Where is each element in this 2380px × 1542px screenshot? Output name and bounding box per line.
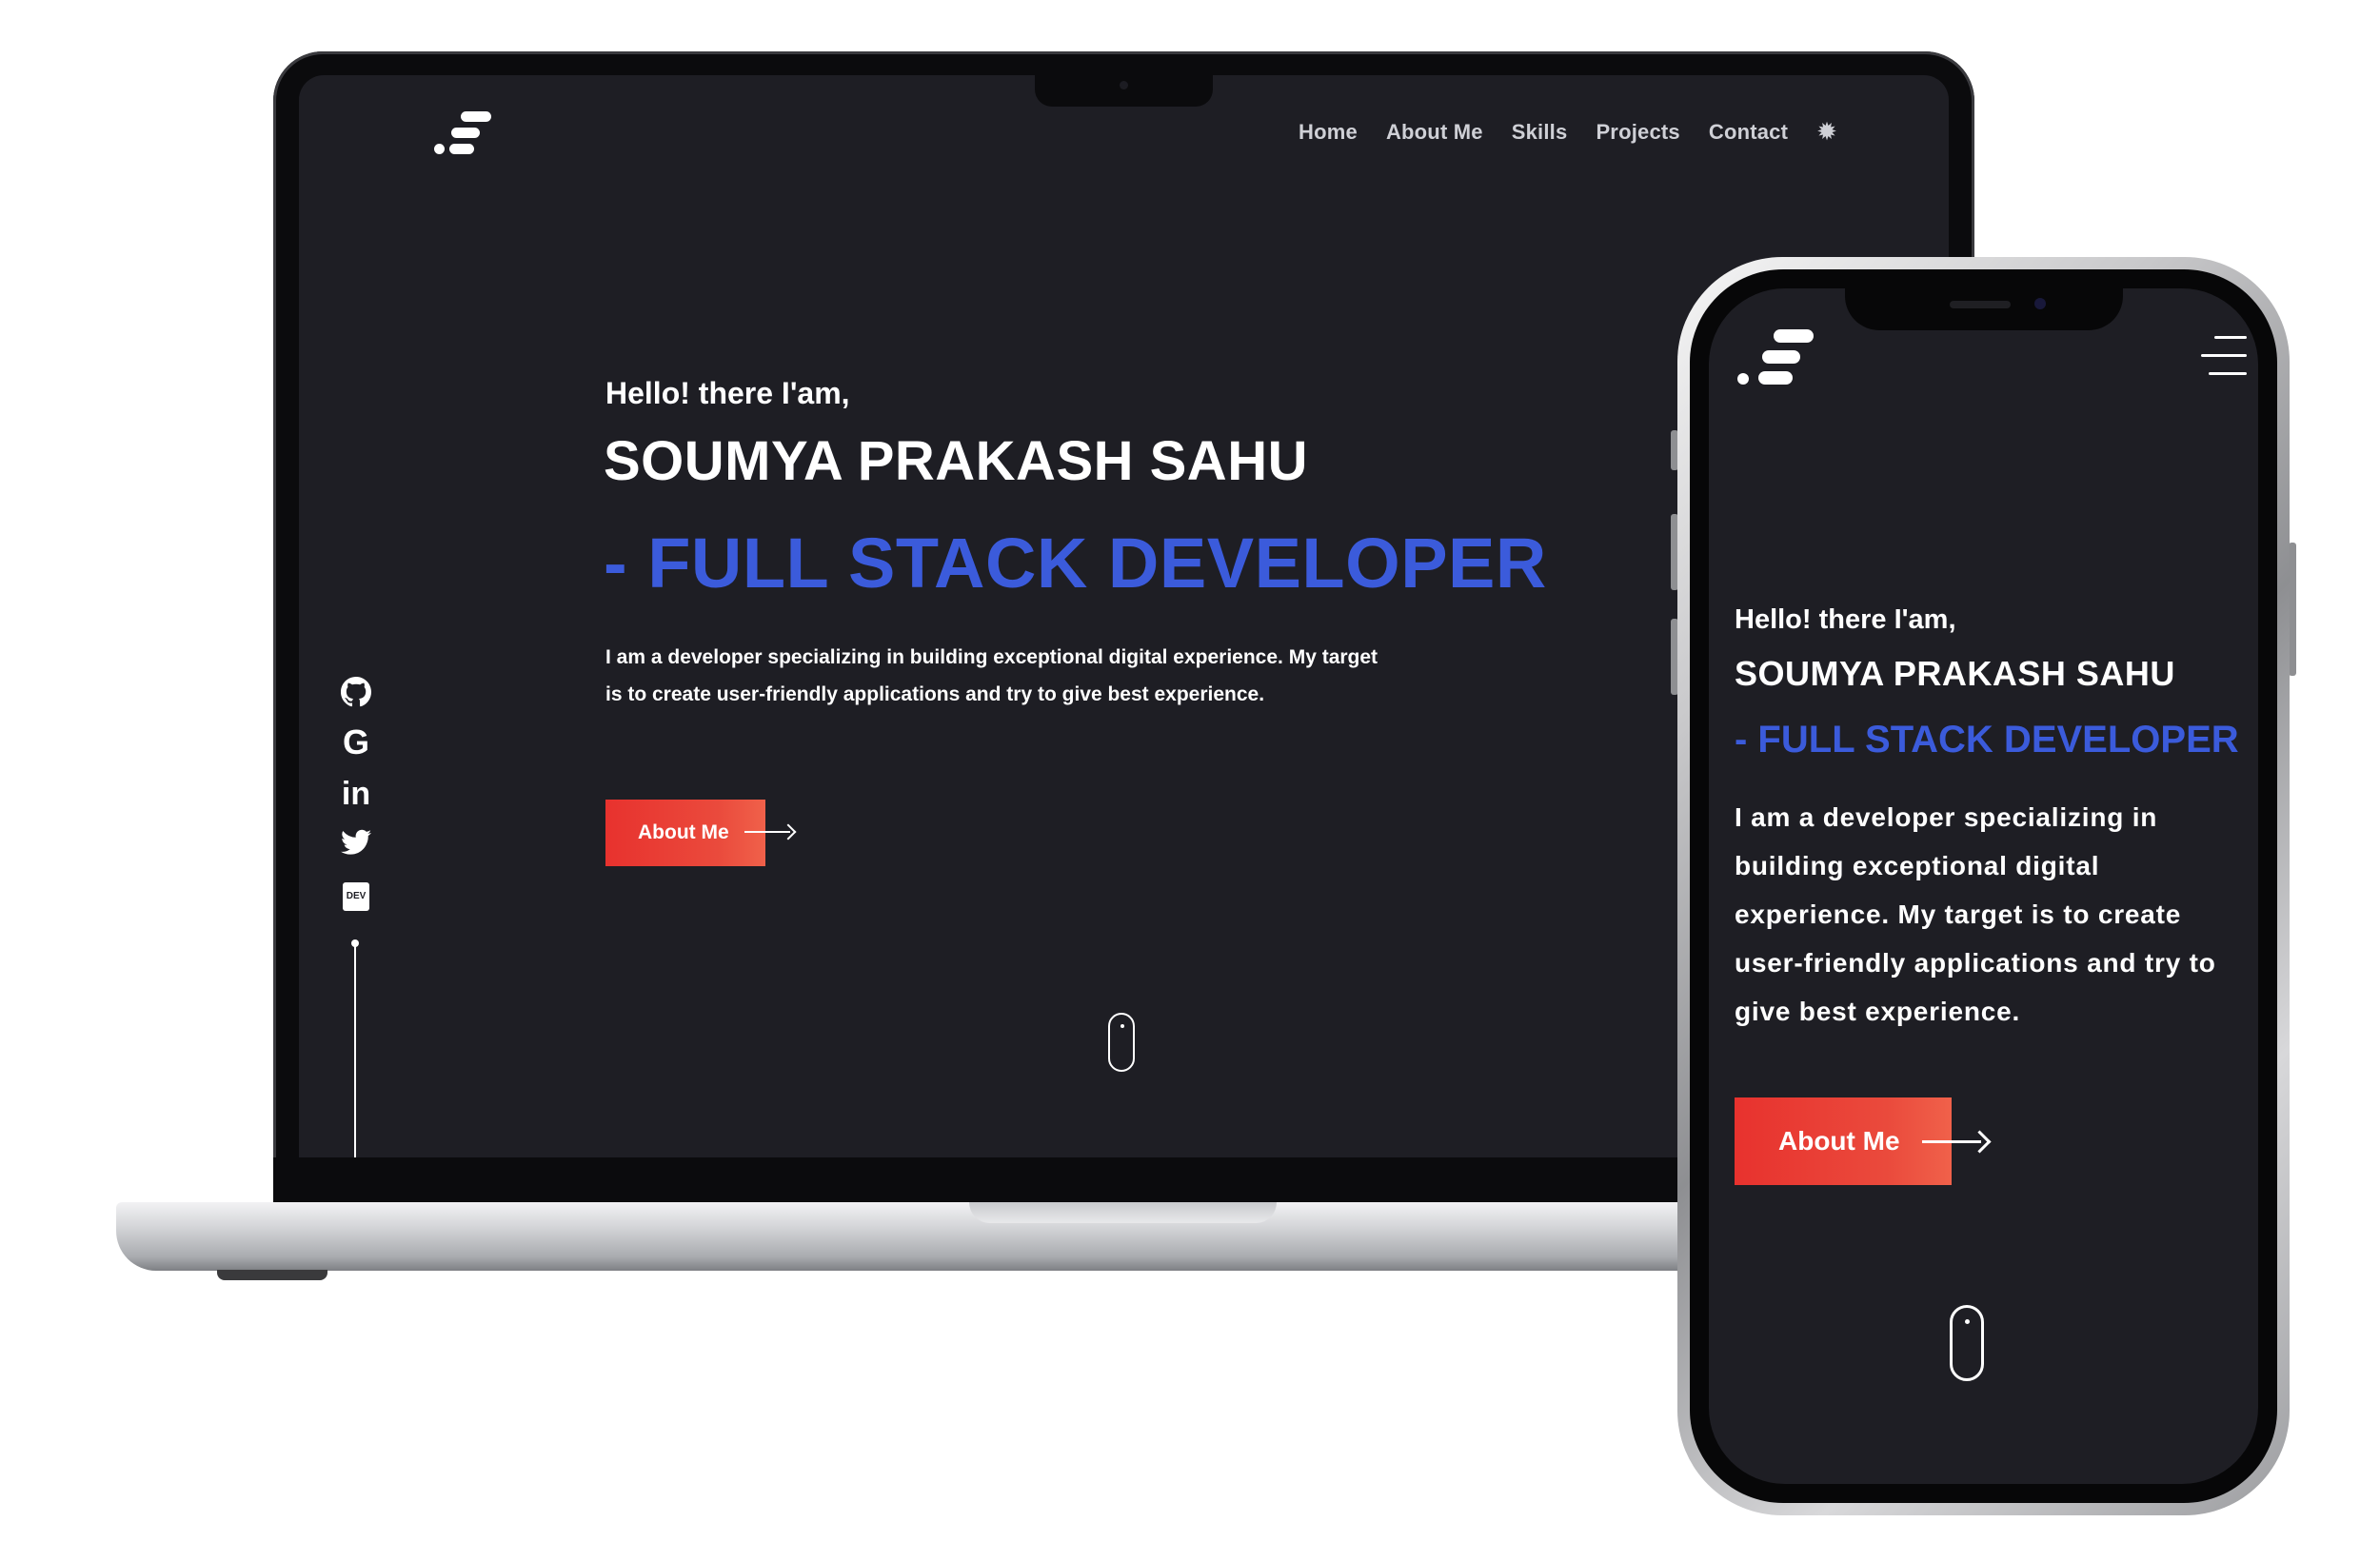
hero-greeting: Hello! there I'am,	[1735, 604, 1956, 635]
scroll-down-icon[interactable]	[1108, 1013, 1135, 1072]
social-divider-line	[354, 943, 356, 1157]
about-me-button[interactable]: About Me	[1735, 1097, 1952, 1185]
laptop-notch	[1035, 75, 1213, 107]
social-divider-dot	[351, 939, 359, 947]
phone-notch	[1845, 288, 2123, 330]
arrow-right-icon	[744, 822, 802, 841]
gear-icon[interactable]: ✹	[1816, 118, 1837, 147]
github-icon[interactable]	[341, 677, 371, 711]
nav-home[interactable]: Home	[1299, 120, 1358, 145]
nav-skills[interactable]: Skills	[1512, 120, 1568, 145]
site-logo[interactable]	[434, 111, 491, 159]
about-me-button-label: About Me	[1778, 1126, 1900, 1156]
hero-name: SOUMYA PRAKASH SAHU	[1735, 654, 2175, 693]
site-logo[interactable]	[1737, 329, 1814, 394]
linkedin-icon[interactable]: in	[339, 776, 373, 813]
nav-contact[interactable]: Contact	[1709, 120, 1788, 145]
laptop-base-lip	[969, 1202, 1277, 1223]
about-me-button[interactable]: About Me	[605, 800, 765, 866]
laptop-foot-left	[217, 1270, 327, 1280]
top-nav: Home About Me Skills Projects Contact ✹	[1299, 118, 1837, 147]
dev-icon-label: DEV	[346, 891, 367, 901]
google-icon[interactable]: G	[339, 722, 373, 762]
arrow-right-icon	[1922, 1129, 1992, 1154]
phone-speaker	[1950, 301, 2011, 308]
about-me-button-label: About Me	[638, 821, 729, 843]
hero-role: - FULL STACK DEVELOPER	[604, 524, 1547, 603]
phone-camera	[2034, 298, 2046, 309]
nav-about-me[interactable]: About Me	[1386, 120, 1483, 145]
twitter-icon[interactable]	[341, 829, 371, 860]
scroll-down-icon[interactable]	[1950, 1305, 1984, 1381]
hero-greeting: Hello! there I'am,	[605, 376, 850, 410]
phone-screen: Hello! there I'am, SOUMYA PRAKASH SAHU -…	[1709, 288, 2258, 1484]
hamburger-menu-icon[interactable]	[2201, 336, 2247, 376]
dev-icon[interactable]: DEV	[343, 882, 369, 911]
hero-description: I am a developer specializing in buildin…	[605, 646, 1378, 705]
nav-projects[interactable]: Projects	[1596, 120, 1679, 145]
hero-role: - FULL STACK DEVELOPER	[1735, 719, 2239, 761]
laptop-camera	[1120, 81, 1128, 89]
phone-power-button	[2289, 543, 2296, 676]
hero-name: SOUMYA PRAKASH SAHU	[604, 430, 1308, 492]
hero-description: I am a developer specializing in buildin…	[1735, 802, 2216, 1026]
